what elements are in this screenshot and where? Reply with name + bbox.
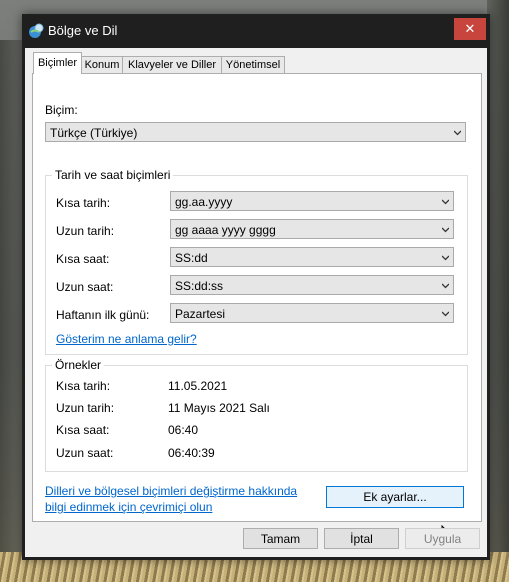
short-date-label: Kısa tarih: — [56, 196, 111, 210]
online-info-link-line1[interactable]: Dilleri ve bölgesel biçimleri değiştirme… — [45, 484, 297, 498]
chevron-down-icon — [442, 199, 449, 205]
chevron-down-icon — [454, 130, 461, 136]
example-short-date-value: 11.05.2021 — [168, 379, 228, 393]
format-select[interactable]: Türkçe (Türkiye) — [45, 122, 466, 142]
tab-keyboards-languages[interactable]: Klavyeler ve Diller — [122, 56, 222, 73]
tab-location[interactable]: Konum — [81, 56, 123, 73]
first-day-select[interactable]: Pazartesi — [170, 303, 454, 323]
long-time-select[interactable]: SS:dd:ss — [170, 275, 454, 295]
tab-formats[interactable]: Biçimler — [33, 52, 82, 74]
example-long-time-label: Uzun saat: — [56, 446, 114, 460]
format-label: Biçim: — [45, 103, 78, 117]
long-time-label: Uzun saat: — [56, 280, 114, 294]
close-icon: ✕ — [464, 21, 476, 36]
first-day-label: Haftanın ilk günü: — [56, 308, 150, 322]
examples-group: Örnekler Kısa tarih: 11.05.2021 Uzun tar… — [45, 358, 468, 472]
additional-settings-button[interactable]: Ek ayarlar... — [326, 486, 464, 508]
long-time-value: SS:dd:ss — [175, 279, 224, 293]
chevron-down-icon — [442, 311, 449, 317]
example-long-date-label: Uzun tarih: — [56, 401, 115, 415]
long-date-select[interactable]: gg aaaa yyyy gggg — [170, 219, 454, 239]
chevron-down-icon — [442, 283, 449, 289]
globe-clock-icon — [29, 23, 44, 38]
datetime-formats-group: Tarih ve saat biçimleri Kısa tarih: gg.a… — [45, 168, 468, 355]
example-long-date-value: 11 Mayıs 2021 Salı — [168, 401, 270, 415]
window-title: Bölge ve Dil — [48, 23, 118, 38]
title-bar[interactable]: Bölge ve Dil ✕ — [22, 14, 490, 48]
short-time-value: SS:dd — [175, 251, 208, 265]
tab-administrative[interactable]: Yönetimsel — [221, 56, 285, 73]
long-date-value: gg aaaa yyyy gggg — [175, 223, 276, 237]
datetime-group-title: Tarih ve saat biçimleri — [52, 168, 174, 182]
example-short-date-label: Kısa tarih: — [56, 379, 111, 393]
ok-button[interactable]: Tamam — [243, 528, 318, 549]
region-dialog: Bölge ve Dil ✕ Biçimler Konum Klavyeler … — [22, 14, 490, 560]
chevron-down-icon — [442, 227, 449, 233]
close-button[interactable]: ✕ — [454, 18, 486, 40]
first-day-value: Pazartesi — [175, 307, 226, 321]
chevron-down-icon — [442, 255, 449, 261]
dialog-client-area: Biçimler Konum Klavyeler ve Diller Yönet… — [25, 48, 487, 557]
example-short-time-label: Kısa saat: — [56, 423, 110, 437]
background-foliage-right — [487, 0, 509, 582]
cancel-button[interactable]: İptal — [324, 528, 399, 549]
online-info-link-line2[interactable]: bilgi edinmek için çevrimiçi olun — [45, 500, 212, 514]
short-date-select[interactable]: gg.aa.yyyy — [170, 191, 454, 211]
formats-panel: Biçim: Türkçe (Türkiye) Tarih ve saat bi… — [32, 73, 482, 546]
apply-button[interactable]: Uygula — [405, 528, 480, 549]
notation-help-link[interactable]: Gösterim ne anlama gelir? — [56, 332, 197, 346]
example-long-time-value: 06:40:39 — [168, 446, 215, 460]
short-time-select[interactable]: SS:dd — [170, 247, 454, 267]
examples-group-title: Örnekler — [52, 358, 105, 372]
short-date-value: gg.aa.yyyy — [175, 195, 233, 209]
long-date-label: Uzun tarih: — [56, 224, 115, 238]
short-time-label: Kısa saat: — [56, 252, 110, 266]
format-value: Türkçe (Türkiye) — [50, 126, 138, 140]
example-short-time-value: 06:40 — [168, 423, 199, 437]
